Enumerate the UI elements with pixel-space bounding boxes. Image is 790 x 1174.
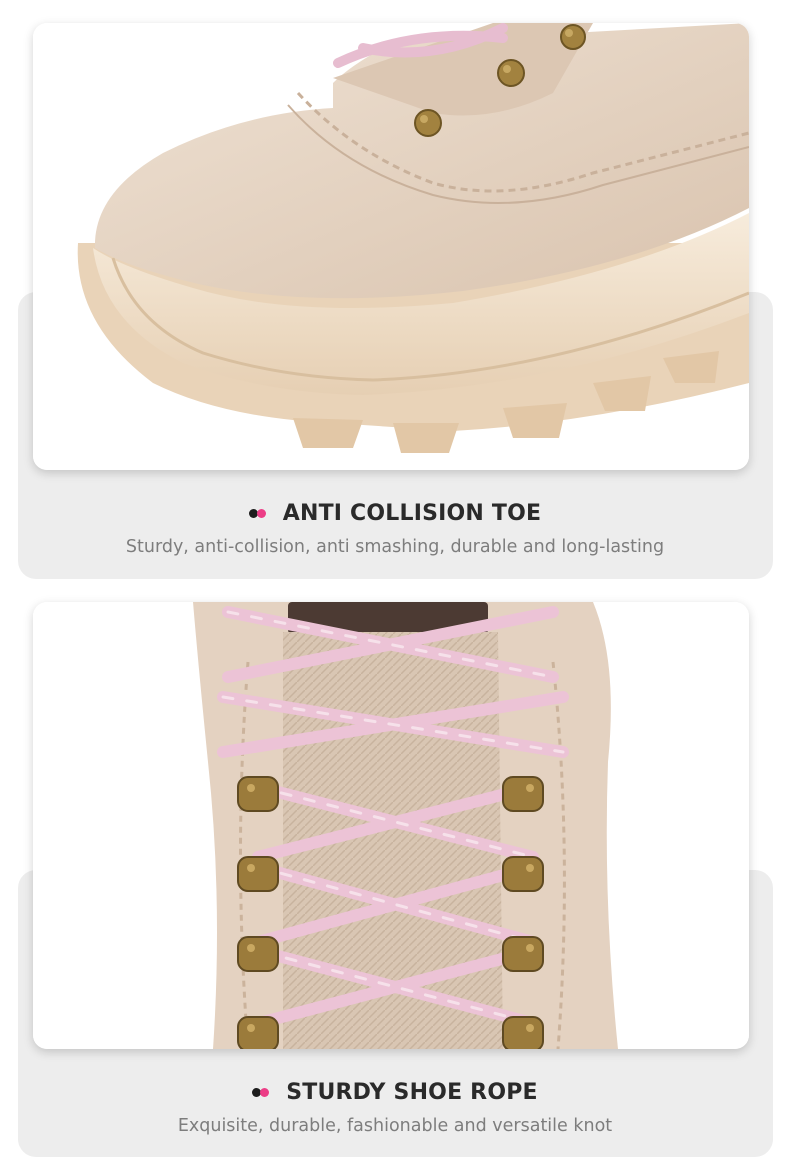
feature-title-row: ANTI COLLISION TOE bbox=[0, 497, 790, 529]
bullet-dots-icon bbox=[248, 507, 269, 519]
feature-title-row: STURDY SHOE ROPE bbox=[0, 1076, 790, 1108]
bullet-dots-icon bbox=[252, 1086, 272, 1098]
feature-title: ANTI COLLISION TOE bbox=[282, 500, 542, 526]
feature-title: STURDY SHOE ROPE bbox=[286, 1079, 538, 1105]
boot-toe-photo bbox=[33, 23, 749, 470]
feature-description: Exquisite, durable, fashionable and vers… bbox=[177, 1116, 613, 1136]
boot-laces-photo bbox=[33, 602, 749, 1049]
feature-description: Sturdy, anti-collision, anti smashing, d… bbox=[125, 537, 665, 557]
